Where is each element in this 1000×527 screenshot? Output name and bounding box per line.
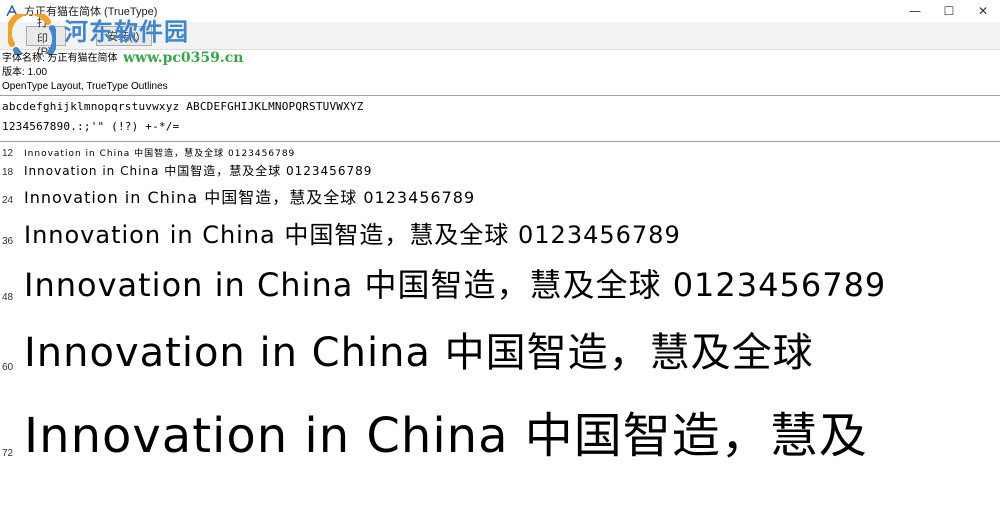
sample-text: Innovation in China 中国智造，慧及: [24, 408, 868, 464]
size-label: 48: [2, 292, 14, 303]
sample-text: Innovation in China 中国智造，慧及全球 0123456789: [24, 164, 373, 178]
maximize-button[interactable]: ☐: [932, 0, 966, 22]
sample-text: Innovation in China 中国智造，慧及全球 0123456789: [24, 188, 476, 207]
minimize-button[interactable]: —: [898, 0, 932, 22]
size-label: 24: [2, 195, 14, 206]
minimize-icon: —: [909, 4, 921, 18]
close-icon: ✕: [977, 4, 989, 18]
window-controls: — ☐ ✕: [898, 0, 1000, 22]
sample-row-12: 12 Innovation in China 中国智造，慧及全球 0123456…: [0, 146, 1000, 160]
charset-digits-symbols: 1234567890.:;'" (!?) +-*/=: [2, 120, 180, 133]
close-button[interactable]: ✕: [966, 0, 1000, 22]
sample-text: Innovation in China 中国智造，慧及全球 0123456789: [24, 266, 887, 304]
sample-row-24: 24 Innovation in China 中国智造，慧及全球 0123456…: [0, 183, 1000, 209]
sample-text: Innovation in China 中国智造，慧及全球 0123456789: [24, 149, 296, 159]
size-label: 12: [2, 148, 14, 159]
sample-row-18: 18 Innovation in China 中国智造，慧及全球 0123456…: [0, 161, 1000, 181]
sample-row-72: 72 Innovation in China 中国智造，慧及: [0, 390, 1000, 470]
install-button[interactable]: 安装(I): [96, 26, 152, 46]
font-name-label: 字体名称: 方正有猫在简体: [2, 53, 118, 64]
size-label: 18: [2, 167, 14, 178]
toolbar: 打印(P) 安装(I): [0, 17, 1000, 58]
sample-row-36: 36 Innovation in China 中国智造，慧及全球 0123456…: [0, 212, 1000, 252]
font-app-icon: [6, 5, 18, 17]
size-label: 72: [2, 448, 14, 459]
size-label: 60: [2, 362, 14, 373]
sample-text: Innovation in China 中国智造，慧及全球: [24, 330, 814, 376]
font-info: 字体名称: 方正有猫在简体 版本: 1.00 OpenType Layout, …: [2, 52, 168, 94]
title-bar: 方正有猫在简体 (TrueType) — ☐ ✕: [0, 0, 1000, 22]
sample-row-48: 48 Innovation in China 中国智造，慧及全球 0123456…: [0, 256, 1000, 308]
print-button[interactable]: 打印(P): [26, 17, 66, 58]
maximize-icon: ☐: [943, 4, 955, 18]
divider: [0, 95, 1000, 96]
charset-letters: abcdefghijklmnopqrstuvwxyz ABCDEFGHIJKLM…: [2, 100, 364, 113]
sample-text: Innovation in China 中国智造，慧及全球 0123456789: [24, 221, 681, 249]
sample-row-60: 60 Innovation in China 中国智造，慧及全球: [0, 314, 1000, 380]
divider: [0, 141, 1000, 142]
size-label: 36: [2, 236, 14, 247]
font-type-label: OpenType Layout, TrueType Outlines: [2, 81, 168, 92]
font-version-label: 版本: 1.00: [2, 67, 48, 78]
